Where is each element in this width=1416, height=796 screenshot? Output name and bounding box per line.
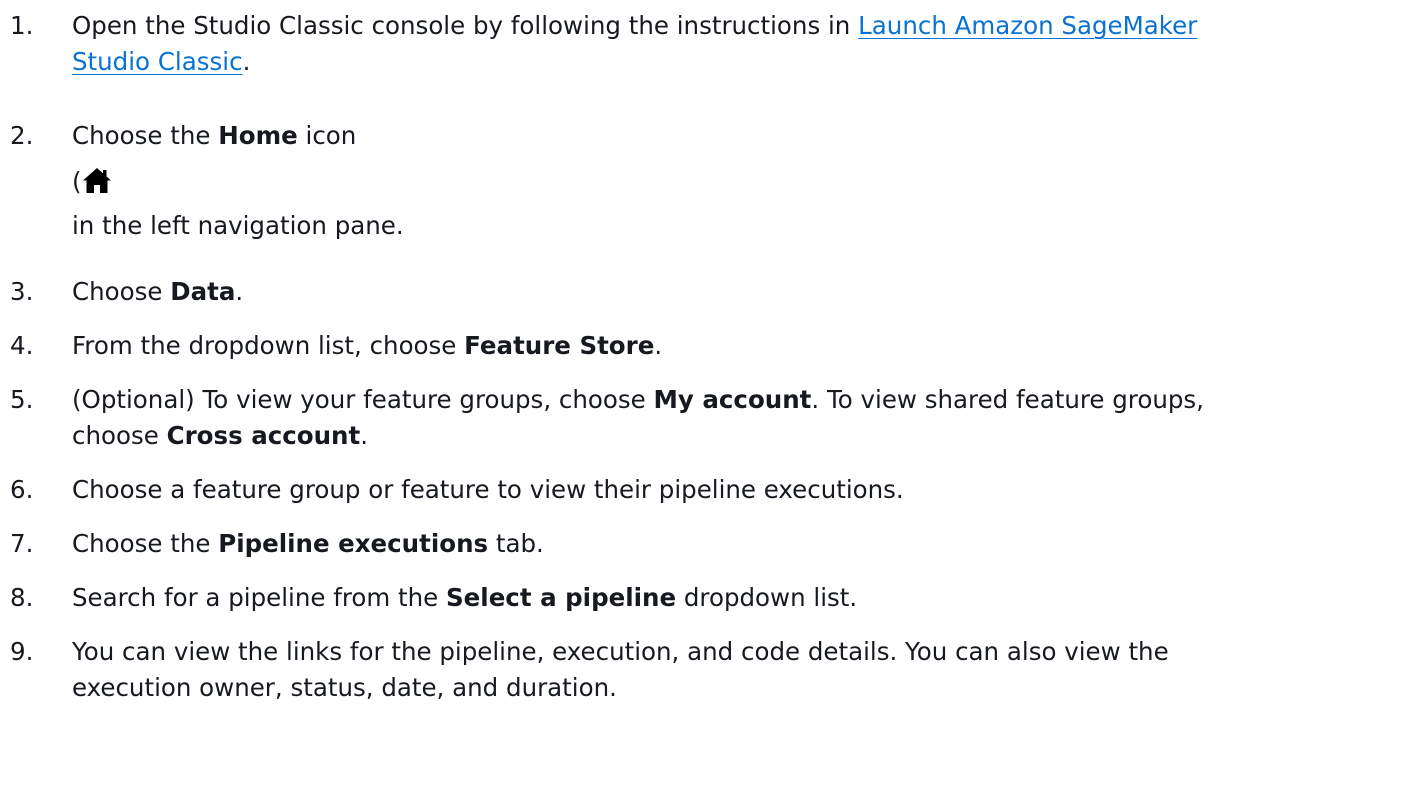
step-number: 3.: [10, 277, 34, 306]
ui-term-data: Data: [170, 277, 236, 306]
step-number: 1.: [10, 11, 34, 40]
ui-term-home: Home: [218, 121, 298, 150]
step-text-segment: tab.: [488, 529, 544, 558]
step-text-segment: .: [235, 277, 244, 306]
step-text-segment: . To view shared feature groups,: [811, 385, 1204, 414]
step-text-segment: .: [242, 47, 251, 76]
step-number: 5.: [10, 385, 34, 414]
launch-studio-classic-link-continued[interactable]: Studio Classic: [72, 47, 243, 76]
step-text-segment: Choose the: [72, 529, 219, 558]
step-text-segment: .: [360, 421, 369, 450]
procedure-steps: 1. Open the Studio Classic console by fo…: [0, 0, 1416, 796]
step-text: From the dropdown list, choose Feature S…: [72, 328, 1408, 364]
step-text: Open the Studio Classic console by follo…: [72, 8, 1408, 80]
step-text-segment: dropdown list.: [676, 583, 858, 612]
step-text: You can view the links for the pipeline,…: [72, 634, 1408, 706]
home-icon: [82, 166, 112, 194]
link-text-part-1: Launch Amazon SageMaker: [858, 11, 1198, 40]
step-text-segment: (Optional) To view your feature groups, …: [72, 385, 654, 414]
paren-open: (: [72, 167, 82, 196]
step-text: Search for a pipeline from the Select a …: [72, 580, 1408, 616]
step-text-segment: choose: [72, 421, 167, 450]
step-text-segment: Open the Studio Classic console by follo…: [72, 11, 859, 40]
step-text-segment: You can view the links for the pipeline,…: [72, 637, 1169, 666]
step-text-segment: icon: [297, 121, 357, 150]
ui-term-select-a-pipeline: Select a pipeline: [446, 583, 677, 612]
launch-studio-classic-link[interactable]: Launch Amazon SageMaker: [858, 11, 1197, 40]
step-number: 2.: [10, 121, 34, 150]
step-number: 4.: [10, 331, 34, 360]
step-text-segment: .: [654, 331, 663, 360]
step-text: Choose Data.: [72, 274, 1408, 310]
ui-term-cross-account: Cross account: [166, 421, 361, 450]
step-text-segment: in the left navigation pane.: [72, 211, 404, 240]
link-text-part-2: Studio Classic: [72, 47, 243, 76]
step-text: Choose the Pipeline executions tab.: [72, 526, 1408, 562]
step-number: 8.: [10, 583, 34, 612]
step-number: 7.: [10, 529, 34, 558]
step-text-segment: execution owner, status, date, and durat…: [72, 673, 617, 702]
step-text-segment: Choose the: [72, 121, 219, 150]
step-text: (Optional) To view your feature groups, …: [72, 382, 1408, 454]
ui-term-feature-store: Feature Store: [464, 331, 655, 360]
step-text: Choose a feature group or feature to vie…: [72, 472, 1408, 508]
step-text-segment: Choose: [72, 277, 171, 306]
step-text-segment: From the dropdown list, choose: [72, 331, 465, 360]
ui-term-my-account: My account: [653, 385, 812, 414]
step-number: 6.: [10, 475, 34, 504]
step-text-segment: Choose a feature group or feature to vie…: [72, 475, 904, 504]
ui-term-pipeline-executions: Pipeline executions: [218, 529, 489, 558]
step-text: Choose the Home icon ( in the left navig…: [72, 118, 1408, 244]
step-number: 9.: [10, 637, 34, 666]
step-text-segment: Search for a pipeline from the: [72, 583, 447, 612]
